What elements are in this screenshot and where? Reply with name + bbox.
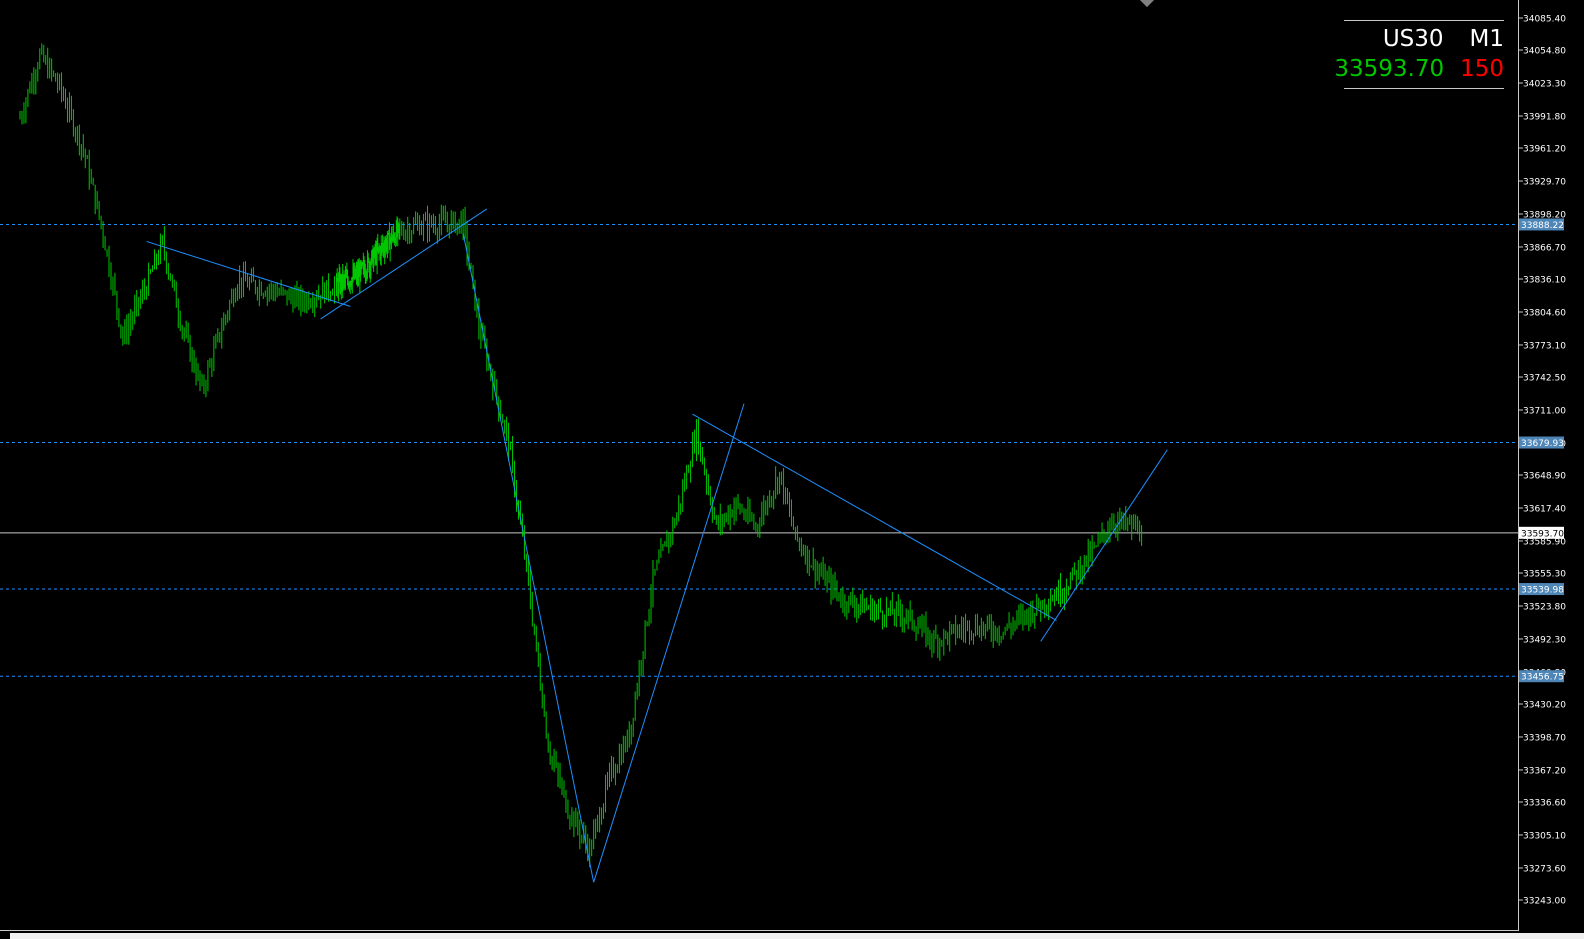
price-axis[interactable] — [1518, 0, 1519, 930]
trend-line[interactable] — [593, 403, 745, 883]
price-tick-label: 33305.10 — [1523, 831, 1566, 841]
price-tick-label: 34023.30 — [1523, 80, 1566, 90]
price-tick-label: 33929.70 — [1523, 178, 1566, 188]
price-tick-label: 33555.30 — [1523, 570, 1566, 580]
info-bottom-rule — [1344, 88, 1504, 89]
spread-value: 150 — [1460, 56, 1504, 82]
price-tick-label: 33367.20 — [1523, 766, 1566, 776]
price-tick-label: 33617.40 — [1523, 505, 1566, 515]
price-tick-label: 33742.50 — [1523, 374, 1566, 384]
level-price-tag-label: 33539.98 — [1521, 586, 1564, 596]
price-tick-label: 33492.30 — [1523, 635, 1566, 645]
bid-price-tag-label: 33593.70 — [1521, 529, 1564, 539]
price-tick-label: 33866.70 — [1523, 243, 1566, 253]
price-tick-label: 33836.10 — [1523, 276, 1566, 286]
trend-line[interactable] — [1040, 449, 1168, 642]
price-tick-label: 33398.70 — [1523, 733, 1566, 743]
price-tick-label: 34054.80 — [1523, 47, 1566, 57]
price-chart[interactable]: 34085.40 34054.80 34023.30 33991.80 33961.20… — [0, 0, 1566, 939]
symbol-info-panel: US30 M1 33593.70 150 — [1334, 20, 1504, 89]
price-tick-label: 33648.90 — [1523, 472, 1566, 482]
price-tick-label: 33804.60 — [1523, 309, 1566, 319]
timeframe-label: M1 — [1469, 26, 1504, 52]
chart-canvas[interactable]: 34085.40 34054.80 34023.30 33991.80 33961.20… — [0, 0, 1584, 939]
trend-line[interactable] — [462, 232, 595, 883]
price-tick-label: 34085.40 — [1523, 15, 1566, 25]
level-price-tag-label: 33456.75 — [1521, 673, 1564, 683]
level-price-tag-label: 33679.93 — [1521, 439, 1564, 449]
symbol-label: US30 — [1382, 26, 1444, 52]
price-tick-label: 33336.60 — [1523, 799, 1566, 809]
price-tick-label: 33991.80 — [1523, 113, 1566, 123]
price-tick-label: 33961.20 — [1523, 145, 1566, 155]
level-price-tag-label: 33888.22 — [1521, 221, 1564, 231]
trend-line[interactable] — [146, 240, 351, 307]
trend-line[interactable] — [692, 413, 1057, 621]
price-tick-label: 33273.60 — [1523, 864, 1566, 874]
price-tick-label: 33711.00 — [1523, 407, 1566, 417]
chart-scrollbar[interactable] — [10, 933, 1584, 939]
price-tick-label: 33773.10 — [1523, 341, 1566, 351]
price-tick-label: 33430.20 — [1523, 701, 1566, 711]
price-tick-label: 33243.00 — [1523, 897, 1566, 907]
price-tick-label: 33523.80 — [1523, 603, 1566, 613]
bid-price: 33593.70 — [1334, 56, 1445, 82]
